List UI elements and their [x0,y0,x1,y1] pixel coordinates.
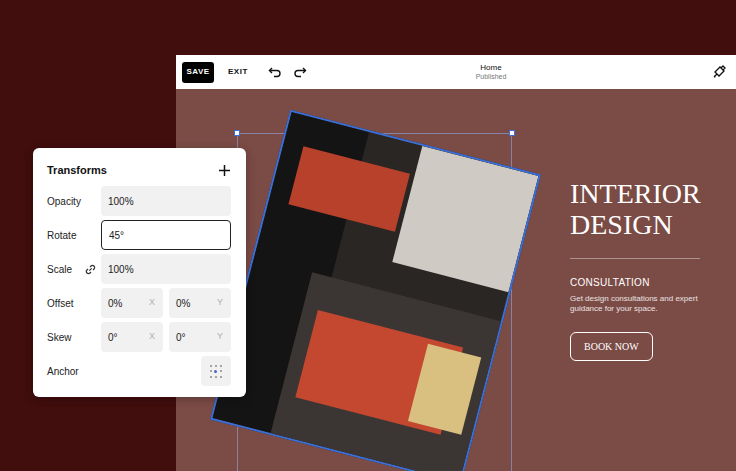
field-value: 0° [108,330,118,345]
axis-label: X [149,330,155,344]
page-canvas: INTERIOR DESIGN CONSULTATION Get design … [176,89,736,471]
editor-window: SAVE EXIT Home Published INTERIOR DE [176,55,736,471]
row-label: Scale [47,262,72,277]
axis-label: Y [217,330,223,344]
panel-title: Transforms [47,162,107,179]
save-button[interactable]: SAVE [182,62,214,83]
value-field[interactable]: 100% [101,254,231,284]
row-label: Opacity [47,194,81,209]
transform-row: Rotate 45° [47,220,231,250]
value-field[interactable]: 0° Y [169,322,231,352]
photo[interactable] [210,110,541,471]
transform-row: Skew 0° X 0° Y [47,322,231,352]
exit-button[interactable]: EXIT [228,66,248,78]
hero-heading: INTERIOR DESIGN [570,178,730,241]
page-status: Published [476,73,507,81]
row-label: Skew [47,330,71,345]
axis-label: X [149,296,155,310]
row-label-group: Rotate [47,228,101,243]
book-now-button[interactable]: BOOK NOW [570,332,653,361]
anchor-grid-icon[interactable] [201,356,231,386]
transform-row: Scale 100% [47,254,231,284]
field-value: 0% [108,296,122,311]
row-label: Anchor [47,364,79,379]
transform-row: Anchor [47,356,231,386]
undo-icon[interactable] [268,66,282,78]
field-value: 0° [176,330,186,345]
brush-icon[interactable] [712,65,726,79]
plus-icon[interactable] [218,164,231,177]
divider [570,258,700,259]
resize-handle[interactable] [509,130,515,136]
transform-row: Offset 0% X 0% Y [47,288,231,318]
redo-icon[interactable] [293,66,307,78]
axis-label: Y [217,296,223,310]
resize-handle[interactable] [234,130,240,136]
editor-toolbar: SAVE EXIT Home Published [176,55,736,89]
field-pair: 0° X 0° Y [101,322,231,352]
page-title: Home [480,63,501,73]
value-field[interactable]: 0% Y [169,288,231,318]
row-label: Rotate [47,228,76,243]
row-label-group: Skew [47,330,101,345]
value-field[interactable]: 100% [101,186,231,216]
row-label: Offset [47,296,74,311]
row-label-group: Anchor [47,364,101,379]
hero-subheading: CONSULTATION [570,275,736,290]
value-field[interactable]: 0° X [101,322,163,352]
link-icon[interactable] [85,264,96,275]
row-label-group: Scale [47,262,101,277]
field-value: 0% [176,296,190,311]
value-field[interactable]: 0% X [101,288,163,318]
value-field[interactable]: 45° [101,220,231,250]
transforms-panel: Transforms Opacity 100% Rotate 45° Scale 100%… [33,148,246,397]
row-label-group: Offset [47,296,101,311]
transform-row: Opacity 100% [47,186,231,216]
row-label-group: Opacity [47,194,101,209]
hero-description: Get design consultations and expert guid… [570,294,710,315]
field-pair: 0% X 0% Y [101,288,231,318]
